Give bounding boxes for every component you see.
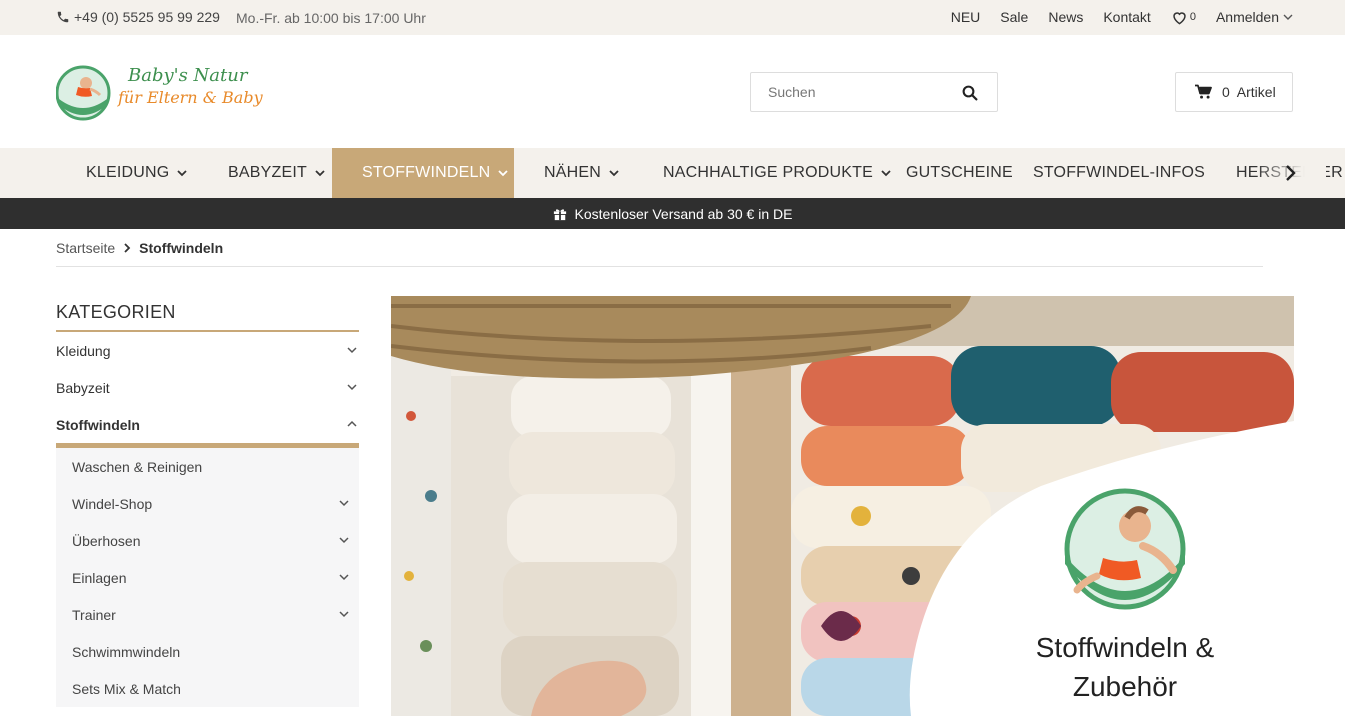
chevron-up-icon[interactable] [347, 420, 357, 428]
phone-number[interactable]: +49 (0) 5525 95 99 229 [74, 9, 220, 25]
chevron-down-icon [498, 170, 508, 177]
sidebar-subitem-label: Einlagen [72, 569, 127, 586]
nav-item-label: STOFFWINDEL-INFOS [1033, 164, 1205, 181]
search-input[interactable] [751, 73, 951, 111]
sidebar-subitem-schwimmwindeln[interactable]: Schwimmwindeln [56, 633, 359, 670]
logo-line-2: für Eltern & Baby [118, 88, 263, 107]
nav-item-label: GUTSCHEINE [906, 164, 1013, 181]
breadcrumb: Startseite Stoffwindeln [56, 240, 1263, 267]
nav-item-stoffwindel-infos[interactable]: STOFFWINDEL-INFOS [1033, 148, 1205, 198]
breadcrumb-home[interactable]: Startseite [56, 240, 115, 256]
nav-item-kleidung[interactable]: KLEIDUNG [56, 148, 217, 198]
chevron-right-icon [124, 243, 131, 253]
sidebar-subitem-einlagen[interactable]: Einlagen [56, 559, 359, 596]
nav-item-nachhaltige-produkte[interactable]: NACHHALTIGE PRODUKTE [633, 148, 921, 198]
phone-contact[interactable]: +49 (0) 5525 95 99 229 [56, 9, 220, 25]
top-bar: +49 (0) 5525 95 99 229 Mo.-Fr. ab 10:00 … [0, 0, 1345, 35]
chevron-down-icon [315, 170, 325, 177]
sidebar-subitem-sets[interactable]: Sets Mix & Match [56, 670, 359, 707]
opening-hours: Mo.-Fr. ab 10:00 bis 17:00 Uhr [236, 10, 426, 26]
sidebar-subitem-label: Waschen & Reinigen [72, 458, 203, 475]
chevron-down-icon[interactable] [347, 383, 357, 391]
gift-icon [553, 208, 566, 220]
chevron-down-icon[interactable] [339, 610, 349, 618]
phone-icon [57, 11, 69, 23]
nav-item-label: NÄHEN [544, 164, 602, 181]
sidebar-subitem-windel-shop[interactable]: Windel-Shop [56, 485, 359, 522]
chevron-down-icon[interactable] [339, 499, 349, 507]
category-sidebar: KATEGORIEN Kleidung Babyzeit Stoffwindel… [56, 302, 359, 707]
search-box [750, 72, 998, 112]
sidebar-subitem-label: Schwimmwindeln [72, 643, 181, 660]
promo-text: Kostenloser Versand ab 30 € in DE [574, 205, 793, 222]
chevron-down-icon [609, 170, 619, 177]
banner-title-line-2: Zubehör [1072, 671, 1178, 702]
category-banner: Stoffwindeln & Zubehör [391, 296, 1294, 716]
search-icon[interactable] [961, 84, 979, 102]
nav-item-label: STOFFWINDELN [362, 164, 491, 181]
top-link-sale[interactable]: Sale [1000, 9, 1028, 25]
sidebar-subitem-waschen[interactable]: Waschen & Reinigen [56, 448, 359, 485]
top-link-kontakt[interactable]: Kontakt [1103, 9, 1150, 25]
nav-item-gutscheine[interactable]: GUTSCHEINE [906, 148, 1013, 198]
top-link-neu[interactable]: NEU [951, 9, 981, 25]
sidebar-subitem-label: Sets Mix & Match [72, 680, 181, 697]
sidebar-item-kleidung[interactable]: Kleidung [56, 332, 359, 369]
chevron-down-icon[interactable] [339, 536, 349, 544]
login-dropdown[interactable]: Anmelden [1216, 9, 1293, 25]
chevron-right-icon[interactable] [1283, 164, 1297, 182]
breadcrumb-current: Stoffwindeln [139, 240, 224, 256]
logo-line-1: Baby's Natur [128, 65, 248, 86]
top-links: NEU Sale News Kontakt 0 Anmelden [931, 9, 1293, 25]
top-link-news[interactable]: News [1048, 9, 1083, 25]
sidebar-title: KATEGORIEN [56, 302, 359, 332]
cart-icon [1195, 84, 1212, 99]
site-logo[interactable]: Baby's Natur für Eltern & Baby [55, 63, 263, 123]
chevron-down-icon [1283, 14, 1293, 20]
sidebar-item-stoffwindeln[interactable]: Stoffwindeln [56, 406, 359, 443]
wishlist-link[interactable]: 0 [1171, 10, 1196, 25]
main-navigation: KLEIDUNG BABYZEIT STOFFWINDELN NÄHEN NAC… [0, 148, 1345, 198]
sidebar-subitem-trainer[interactable]: Trainer [56, 596, 359, 633]
nav-item-stoffwindeln[interactable]: STOFFWINDELN [332, 148, 514, 198]
sidebar-subitem-label: Trainer [72, 606, 116, 623]
nav-item-label: KLEIDUNG [86, 164, 170, 181]
cart-button[interactable]: 0 Artikel [1175, 72, 1293, 112]
login-label: Anmelden [1215, 9, 1279, 25]
chevron-down-icon[interactable] [339, 573, 349, 581]
sidebar-item-label: Stoffwindeln [56, 416, 140, 433]
sidebar-item-label: Kleidung [56, 342, 111, 359]
sidebar-subitem-ueberhosen[interactable]: Überhosen [56, 522, 359, 559]
sidebar-item-babyzeit[interactable]: Babyzeit [56, 369, 359, 406]
nav-item-label: BABYZEIT [228, 164, 307, 181]
sidebar-subitem-label: Windel-Shop [72, 495, 153, 512]
heart-icon [1173, 11, 1186, 25]
wishlist-count: 0 [1189, 11, 1196, 23]
chevron-down-icon [881, 170, 891, 177]
nav-item-label: NACHHALTIGE PRODUKTE [663, 164, 873, 181]
banner-title-line-1: Stoffwindeln & [1035, 632, 1215, 663]
chevron-down-icon[interactable] [347, 346, 357, 354]
promo-bar: Kostenloser Versand ab 30 € in DE [0, 198, 1345, 229]
nav-item-naehen[interactable]: NÄHEN [514, 148, 649, 198]
sidebar-item-label: Babyzeit [56, 379, 110, 396]
chevron-down-icon [177, 170, 188, 177]
cart-label: 0 Artikel [1222, 84, 1276, 100]
banner-logo-icon [1064, 488, 1186, 610]
site-header: Baby's Natur für Eltern & Baby 0 Artikel [0, 35, 1345, 148]
sidebar-submenu: Waschen & Reinigen Windel-Shop Überhosen… [56, 443, 359, 707]
sidebar-subitem-label: Überhosen [72, 532, 141, 549]
